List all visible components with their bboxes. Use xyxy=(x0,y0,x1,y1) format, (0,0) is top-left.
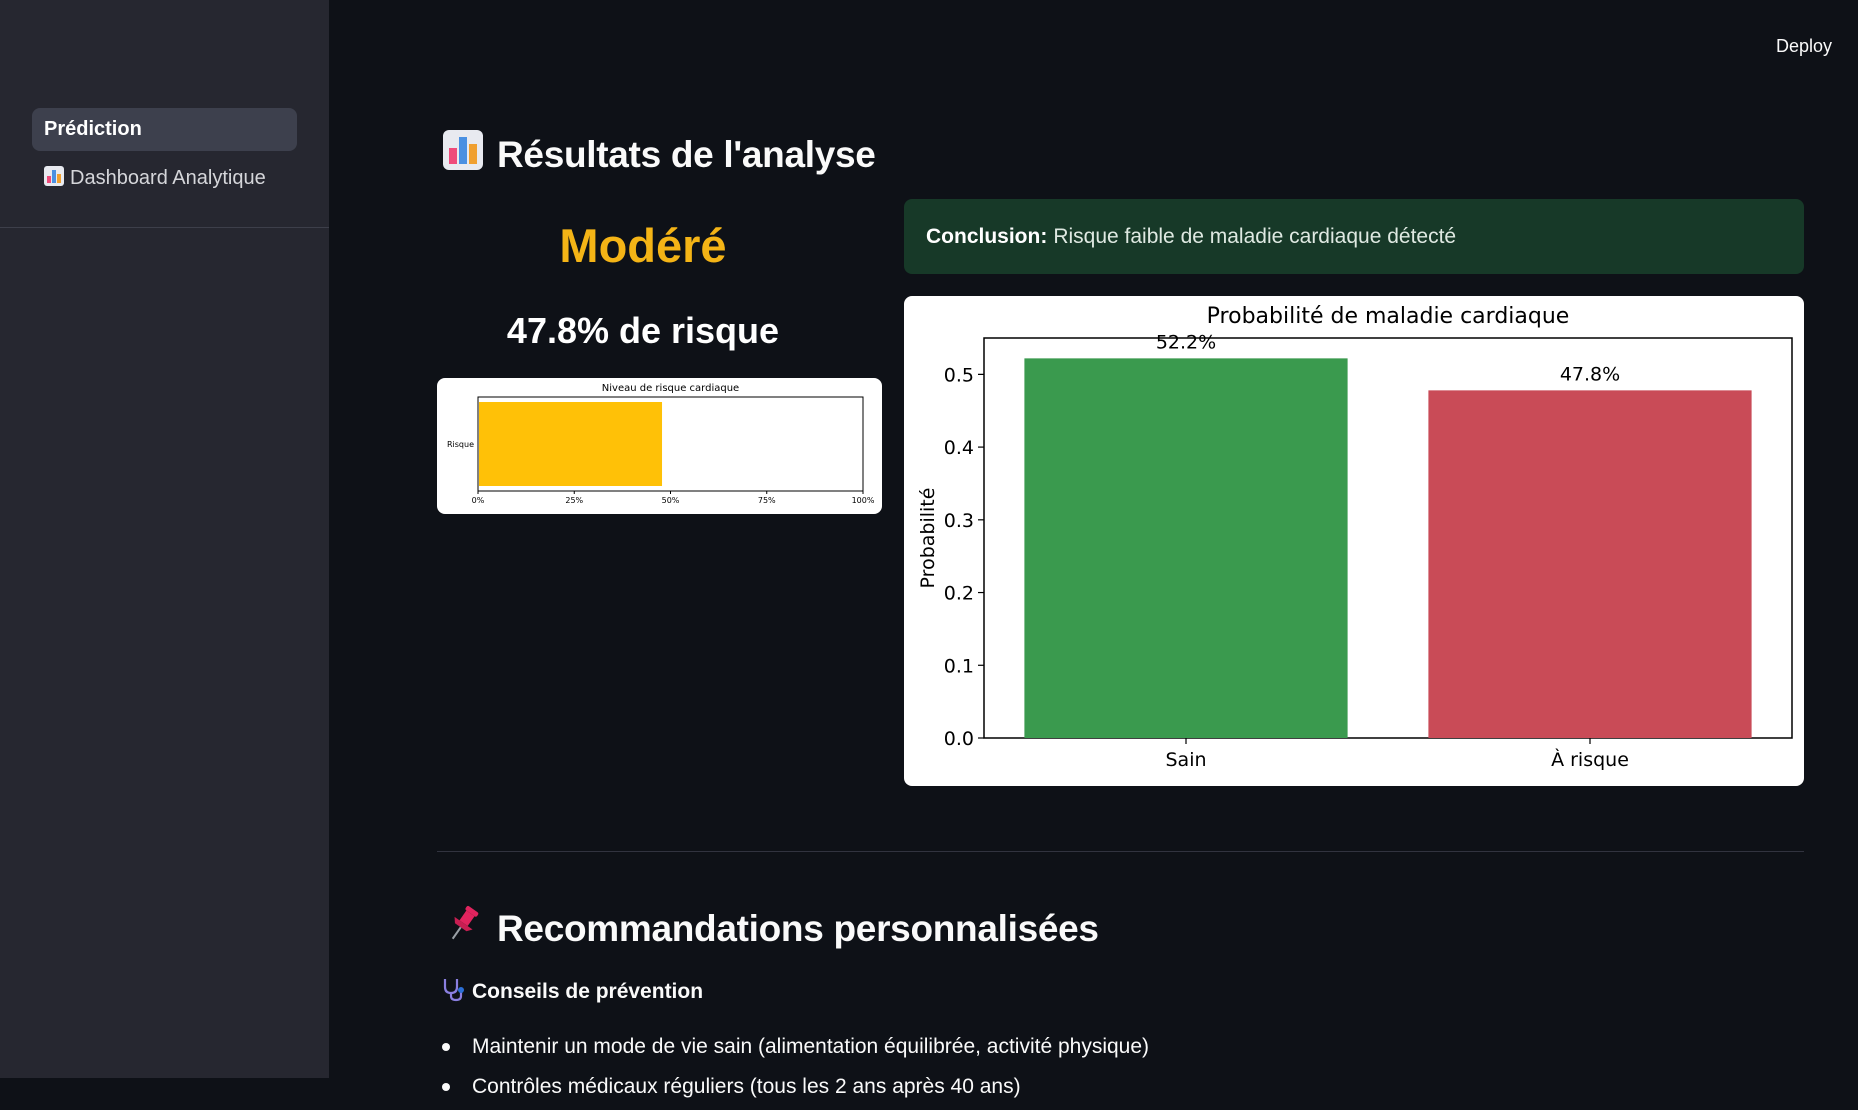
y-tick-label: 0.0 xyxy=(944,728,974,750)
risk-percent: 47.8% de risque xyxy=(506,310,780,351)
bar-sain xyxy=(1024,358,1348,738)
bar-risque xyxy=(479,402,663,486)
chart-title: Probabilité de maladie cardiaque xyxy=(1207,304,1570,329)
data-label: 52.2% xyxy=(1156,331,1216,353)
risk-gauge-chart: Niveau de risque cardiaque Risque 0% 25% 50%… xyxy=(437,378,882,514)
bar-chart-icon xyxy=(443,130,483,179)
y-tick-label: Risque xyxy=(447,440,474,449)
bar-a-risque xyxy=(1428,390,1752,738)
sidebar-item-label: Dashboard Analytique xyxy=(70,167,266,189)
x-tick-label: 25% xyxy=(565,496,583,505)
prevention-subtitle: Conseils de prévention xyxy=(472,980,704,1003)
stethoscope-icon xyxy=(440,976,466,1008)
sidebar-item-prediction[interactable]: Prédiction xyxy=(32,108,297,151)
recommendations-heading: Recommandations personnalisées xyxy=(443,904,1099,953)
probability-chart: Probabilité de maladie cardiaque 0.0 0.1 0.… xyxy=(904,296,1804,786)
conclusion-text: Risque faible de maladie cardiaque détec… xyxy=(1053,224,1457,248)
list-item-text: Maintenir un mode de vie sain (alimentat… xyxy=(472,1035,1150,1058)
x-tick-label: À risque xyxy=(1551,748,1629,771)
y-axis-label: Probabilité xyxy=(917,488,939,589)
probability-chart-svg: Probabilité de maladie cardiaque 0.0 0.1 0.… xyxy=(917,304,1793,771)
conclusion-alert: Conclusion: Risque faible de maladie car… xyxy=(904,199,1804,274)
bar-chart-icon xyxy=(44,165,64,192)
list-item: Maintenir un mode de vie sain (alimentat… xyxy=(440,1030,1740,1064)
section-divider xyxy=(437,851,1804,852)
chart-title: Niveau de risque cardiaque xyxy=(602,383,739,394)
y-tick-label: 0.1 xyxy=(944,655,974,677)
recommendations-title: Recommandations personnalisées xyxy=(497,907,1099,949)
x-tick-label: Sain xyxy=(1165,749,1206,771)
pushpin-icon xyxy=(443,904,483,953)
bullet-dot xyxy=(442,1083,450,1091)
x-tick-label: 50% xyxy=(662,496,680,505)
y-tick-label: 0.2 xyxy=(944,583,974,605)
data-label: 47.8% xyxy=(1560,363,1620,385)
results-heading: Résultats de l'analyse xyxy=(443,130,876,179)
y-tick-label: 0.3 xyxy=(944,510,974,532)
sidebar-item-label: Prédiction xyxy=(44,118,142,140)
risk-level: Modéré xyxy=(559,219,727,272)
bullet-dot xyxy=(442,1043,450,1051)
sidebar-nav: Prédiction Dashboard Analytique xyxy=(32,108,297,206)
y-tick-label: 0.4 xyxy=(944,437,974,459)
sidebar: Prédiction Dashboard Analytique xyxy=(0,0,329,1078)
prevention-subheading: Conseils de prévention xyxy=(440,976,703,1008)
risk-gauge-svg: Niveau de risque cardiaque Risque 0% 25% 50%… xyxy=(447,383,875,505)
x-tick-label: 100% xyxy=(852,496,875,505)
conclusion-label: Conclusion: xyxy=(926,224,1048,248)
deploy-button[interactable]: Deploy xyxy=(1776,36,1832,57)
list-item-text: Contrôles médicaux réguliers (tous les 2… xyxy=(472,1075,1021,1098)
recommendations-list: Maintenir un mode de vie sain (alimentat… xyxy=(440,1030,1740,1110)
sidebar-item-dashboard[interactable]: Dashboard Analytique xyxy=(32,157,297,200)
sidebar-divider xyxy=(0,227,329,228)
x-tick-label: 75% xyxy=(758,496,776,505)
results-title: Résultats de l'analyse xyxy=(497,133,876,175)
y-tick-label: 0.5 xyxy=(944,364,974,386)
list-item: Contrôles médicaux réguliers (tous les 2… xyxy=(440,1070,1740,1104)
x-tick-label: 0% xyxy=(472,496,485,505)
